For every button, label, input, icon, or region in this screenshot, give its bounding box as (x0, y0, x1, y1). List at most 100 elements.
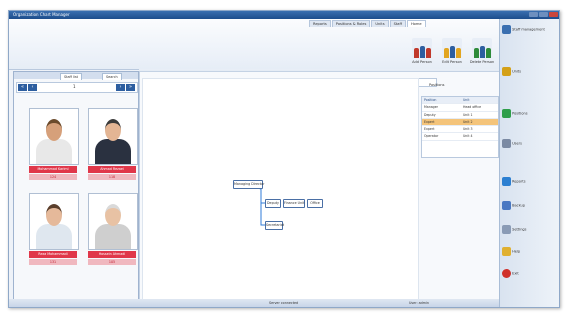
chart-icon (502, 177, 511, 186)
sidebar-item-positions[interactable]: Positions (502, 109, 558, 118)
table-row[interactable]: Expert Unit 2 (422, 118, 498, 127)
delete-person-icon (472, 38, 492, 58)
cell: Unit 1 (462, 112, 473, 117)
sidebar-item-label: Staff management (512, 27, 545, 32)
person-id: 118 (88, 174, 136, 180)
power-icon (502, 269, 511, 278)
sidebar-item-label: Backup (512, 203, 525, 208)
ribbon: Reports Positions & Roles Units Staff Ho… (9, 19, 499, 70)
positions-table: Position Unit Manager Head office Deputy U… (421, 96, 499, 158)
add-person-label: Add Person (412, 60, 432, 64)
tab-home[interactable]: Home (406, 20, 426, 27)
tab-units[interactable]: Units (371, 20, 389, 27)
sidebar-item-units[interactable]: Units (502, 67, 558, 76)
edit-person-button[interactable]: Edit Person (439, 36, 465, 72)
org-node[interactable]: Managing Director (233, 180, 264, 189)
sidebar-item-help[interactable]: Help (502, 247, 558, 256)
person-id: 105 (88, 259, 136, 265)
table-row[interactable]: Operator Unit 4 (422, 133, 498, 141)
cell: Head office (462, 105, 482, 110)
sidebar-item-backup[interactable]: Backup (502, 201, 558, 210)
sidebar-item-exit[interactable]: Exit (502, 269, 558, 278)
close-button[interactable] (549, 12, 558, 17)
org-chart-links (247, 184, 321, 226)
person-id: 131 (29, 259, 77, 265)
person-name: Hossein Ahmadi (88, 251, 136, 258)
person-name: Ahmad Rezaei (88, 166, 136, 173)
person-name: Reza Mohammadi (29, 251, 77, 258)
sidebar-item-staff[interactable]: Staff management (502, 25, 558, 34)
positions-title: Positions (429, 83, 445, 87)
delete-person-button[interactable]: Delete Person (469, 36, 495, 72)
tab-staff-search[interactable]: Search (102, 73, 122, 80)
staff-panel-tabs: Staff list Search (14, 72, 138, 80)
cell: Unit 2 (462, 119, 473, 124)
header-unit: Unit (462, 98, 470, 102)
status-bar: Server connected User: admin (9, 299, 499, 307)
sidebar-item-label: Settings (512, 227, 527, 232)
status-right: User: admin (409, 301, 429, 305)
minimize-button[interactable] (529, 12, 538, 17)
table-row[interactable]: Expert Unit 3 (422, 126, 498, 134)
last-page-button[interactable]: » (126, 84, 135, 91)
header-position: Position (424, 98, 437, 102)
gear-icon (502, 225, 511, 234)
pager: « ‹ 1 › » (16, 82, 138, 93)
edit-person-label: Edit Person (442, 60, 462, 64)
page-number: 1 (73, 84, 76, 89)
app-window: Organization Chart Manager Reports Posit… (8, 10, 560, 308)
person-card[interactable]: Mohammad Karimi 124 (29, 108, 79, 185)
org-chart-canvas[interactable]: Managing Director Deputy Finance Unit Of… (142, 78, 419, 307)
org-node[interactable]: Office (307, 199, 323, 208)
status-left: Server connected (269, 301, 299, 305)
users-icon (502, 25, 511, 34)
folder-icon (502, 67, 511, 76)
sidebar-item-label: Units (512, 69, 522, 74)
tab-positions[interactable]: Positions & Roles (331, 20, 371, 27)
add-person-button[interactable]: Add Person (409, 36, 435, 72)
person-card[interactable]: Reza Mohammadi 131 (29, 193, 79, 270)
person-card[interactable]: Hossein Ahmadi 105 (88, 193, 138, 270)
cell: Operator (424, 134, 439, 139)
person-name: Mohammad Karimi (29, 166, 77, 173)
user-icon (502, 139, 511, 148)
person-photo (29, 108, 79, 165)
document-icon (502, 109, 511, 118)
help-icon (502, 247, 511, 256)
tab-reports[interactable]: Reports (309, 20, 331, 27)
ribbon-tabs: Reports Positions & Roles Units Staff Ho… (309, 20, 426, 27)
tab-staff[interactable]: Staff (389, 20, 406, 27)
table-header: Position Unit (422, 97, 498, 105)
person-photo (88, 193, 138, 250)
table-row[interactable]: Deputy Unit 1 (422, 112, 498, 119)
cell: Expert (424, 119, 435, 124)
sidebar-item-label: Users (512, 141, 522, 146)
prev-page-button[interactable]: ‹ (28, 84, 37, 91)
delete-person-label: Delete Person (469, 60, 495, 64)
maximize-button[interactable] (539, 12, 548, 17)
table-row[interactable]: Manager Head office (422, 104, 498, 112)
person-id: 124 (29, 174, 77, 180)
next-page-button[interactable]: › (116, 84, 125, 91)
org-node[interactable]: Secretariat (265, 221, 284, 230)
staff-panel: Staff list Search « ‹ 1 › » Mohammad Kar… (13, 71, 139, 307)
org-node[interactable]: Finance Unit (283, 199, 305, 208)
sidebar-item-users[interactable]: Users (502, 139, 558, 148)
person-photo (88, 108, 138, 165)
cell: Unit 4 (462, 134, 473, 139)
database-icon (502, 201, 511, 210)
first-page-button[interactable]: « (18, 84, 27, 91)
sidebar-item-label: Exit (512, 271, 519, 276)
cell: Unit 3 (462, 127, 473, 132)
sidebar: Staff management Units Positions Users R… (499, 19, 559, 307)
cell: Manager (424, 105, 438, 110)
add-person-icon (412, 38, 432, 58)
tab-staff-list[interactable]: Staff list (60, 73, 82, 80)
sidebar-item-settings[interactable]: Settings (502, 225, 558, 234)
title-bar: Organization Chart Manager (9, 11, 559, 19)
person-card[interactable]: Ahmad Rezaei 118 (88, 108, 138, 185)
sidebar-item-label: Help (512, 249, 521, 254)
sidebar-item-reports[interactable]: Reports (502, 177, 558, 186)
sidebar-item-label: Reports (512, 179, 526, 184)
org-node[interactable]: Deputy (265, 199, 281, 208)
